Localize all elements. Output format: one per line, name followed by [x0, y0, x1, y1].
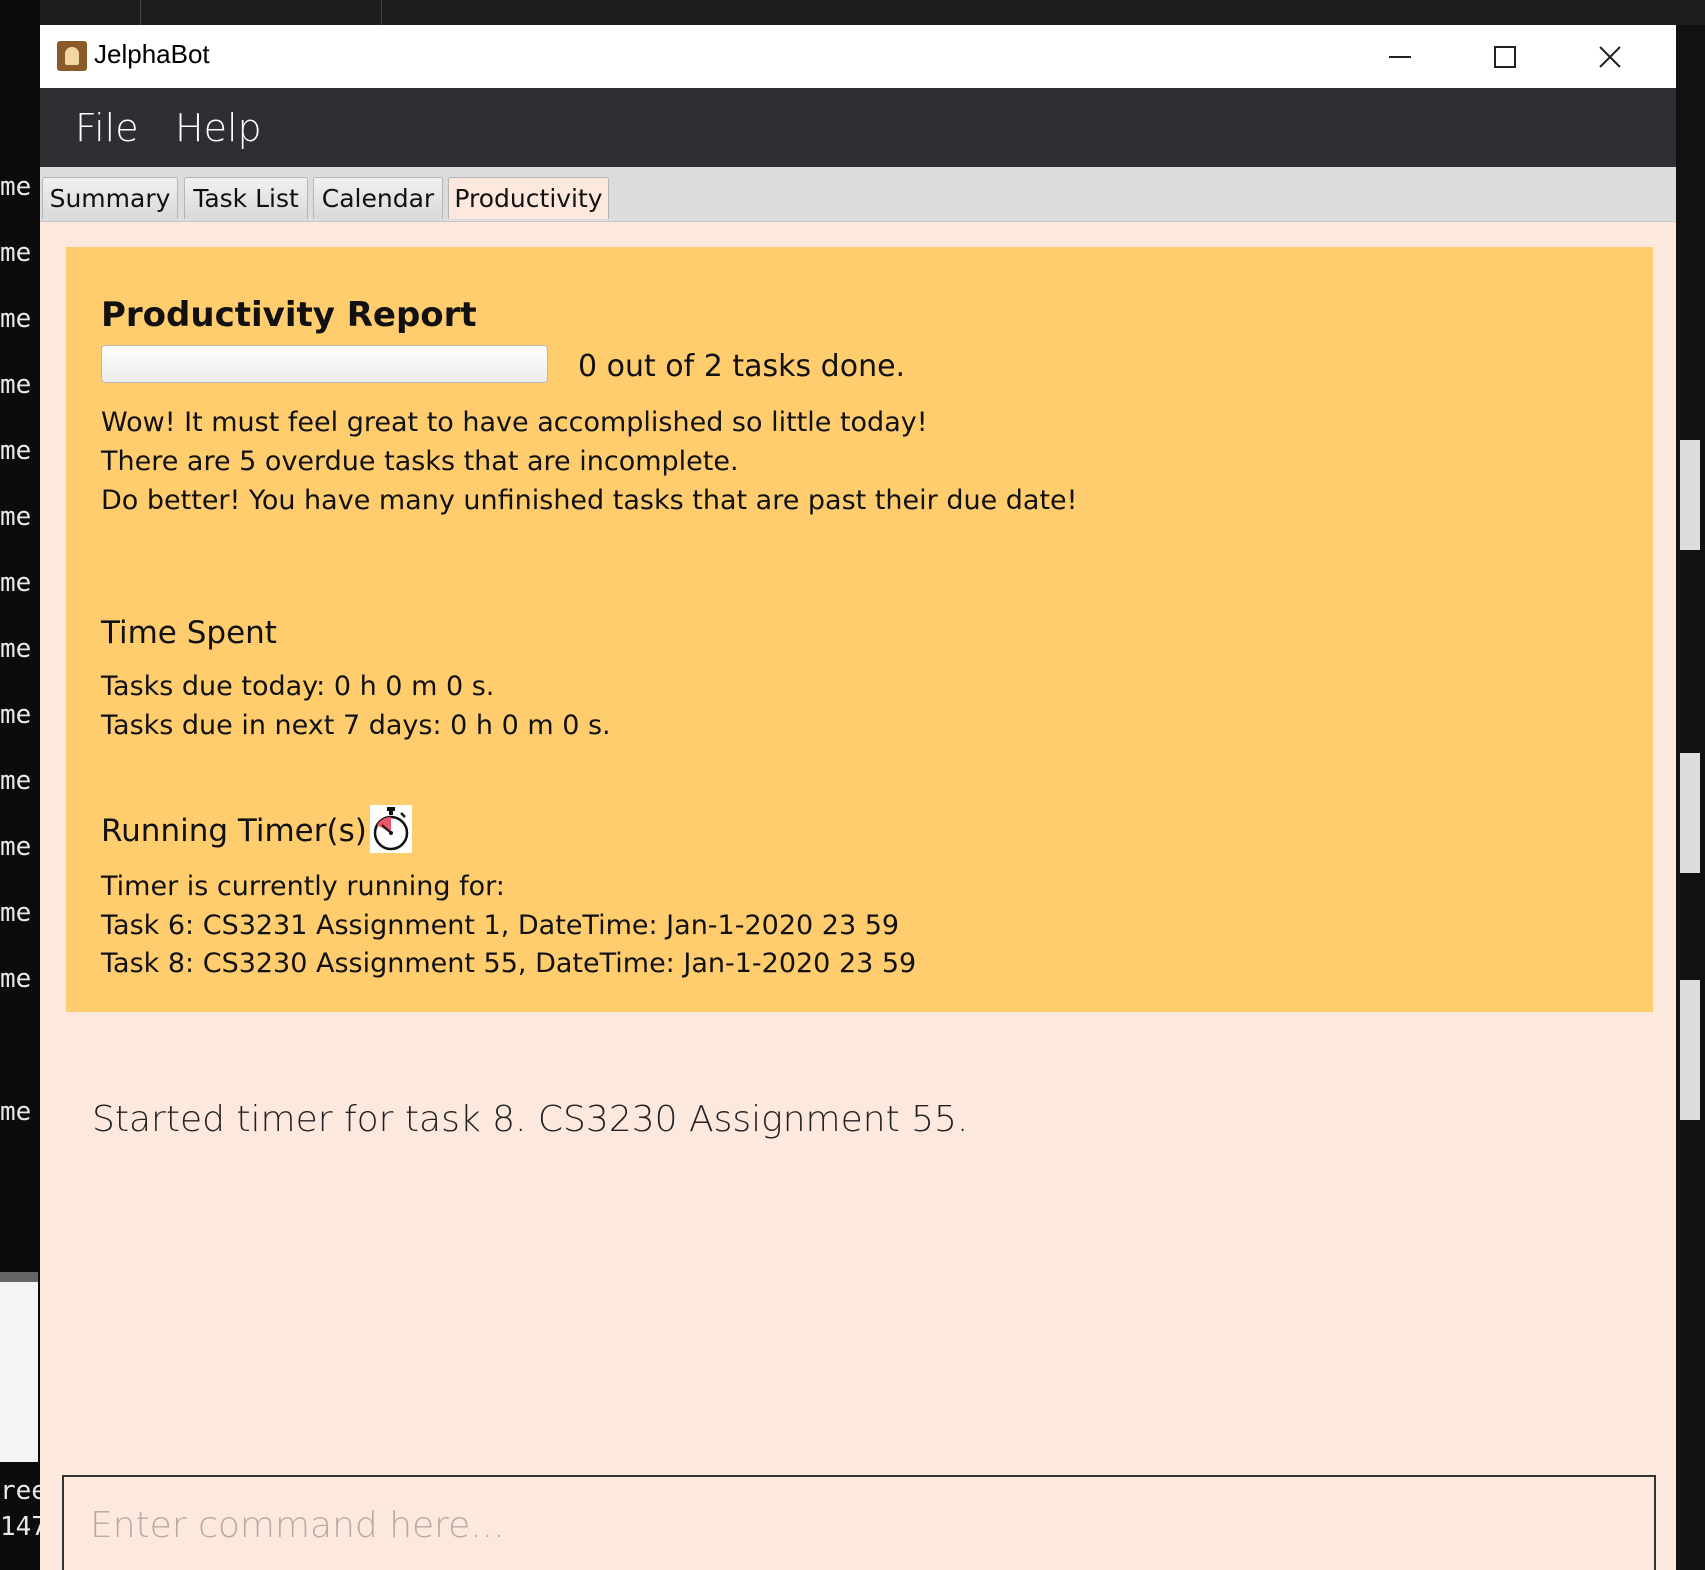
terminal-text: me — [0, 238, 32, 268]
terminal-text: ree — [0, 1476, 40, 1506]
progress-bar — [101, 345, 548, 383]
terminal-text: me — [0, 832, 32, 862]
terminal-text: me — [0, 172, 32, 202]
close-icon — [1599, 45, 1621, 68]
running-timers-title: Running Timer(s) — [101, 813, 367, 849]
minimize-button[interactable] — [1348, 25, 1452, 88]
terminal-text: me — [0, 700, 32, 730]
tab-summary[interactable]: Summary — [42, 177, 178, 219]
terminal-text: me — [0, 1097, 32, 1127]
report-message: Wow! It must feel great to have accompli… — [101, 407, 928, 438]
background-window-thumbnail — [0, 1272, 38, 1462]
terminal-text: me — [0, 766, 32, 796]
menu-help[interactable]: Help — [175, 106, 262, 150]
menu-file[interactable]: File — [75, 106, 139, 150]
window-title: JelphaBot — [94, 39, 210, 69]
tab-productivity[interactable]: Productivity — [448, 177, 609, 219]
stopwatch-icon — [370, 805, 412, 853]
app-icon — [57, 41, 87, 71]
terminal-text: me — [0, 370, 32, 400]
terminal-text: me — [0, 502, 32, 532]
background-window-edge — [1676, 25, 1705, 1570]
command-input[interactable] — [62, 1475, 1656, 1570]
close-button[interactable] — [1558, 25, 1662, 88]
title-bar[interactable]: JelphaBot — [40, 25, 1676, 88]
report-message: Do better! You have many unfinished task… — [101, 485, 1078, 516]
running-timer-task: Task 8: CS3230 Assignment 55, DateTime: … — [101, 948, 917, 979]
taskbar-item — [140, 0, 382, 25]
productivity-report-panel: Productivity Report 0 out of 2 tasks don… — [66, 247, 1653, 1012]
terminal-text: 147 — [0, 1512, 40, 1542]
progress-text: 0 out of 2 tasks done. — [578, 349, 906, 384]
terminal-text: me — [0, 898, 32, 928]
menu-bar: File Help — [40, 88, 1676, 167]
timer-status-line: Timer is currently running for: — [101, 871, 505, 902]
time-spent-today: Tasks due today: 0 h 0 m 0 s. — [101, 671, 495, 702]
maximize-icon — [1494, 45, 1516, 68]
thumbnail-bar — [0, 1272, 38, 1282]
report-message: There are 5 overdue tasks that are incom… — [101, 446, 739, 477]
time-spent-title: Time Spent — [101, 615, 277, 651]
terminal-text: me — [0, 436, 32, 466]
running-timer-task: Task 6: CS3231 Assignment 1, DateTime: J… — [101, 910, 900, 941]
terminal-text: me — [0, 964, 32, 994]
terminal-text: me — [0, 634, 32, 664]
tab-task-list[interactable]: Task List — [184, 177, 308, 219]
maximize-button[interactable] — [1453, 25, 1557, 88]
tab-bar: Summary Task List Calendar Productivity — [40, 167, 1676, 222]
minimize-icon — [1389, 55, 1411, 58]
app-window: JelphaBot File Help Summary Task List Ca… — [40, 25, 1676, 1570]
terminal-text: me — [0, 304, 32, 334]
tab-calendar[interactable]: Calendar — [313, 177, 443, 219]
result-display: Started timer for task 8. CS3230 Assignm… — [92, 1099, 969, 1140]
background-pane — [1680, 753, 1700, 873]
report-title: Productivity Report — [101, 295, 477, 335]
background-pane — [1680, 440, 1700, 550]
background-pane — [1680, 980, 1700, 1120]
terminal-text: me — [0, 568, 32, 598]
desktop-taskbar — [40, 0, 1705, 25]
time-spent-next-7-days: Tasks due in next 7 days: 0 h 0 m 0 s. — [101, 710, 611, 741]
